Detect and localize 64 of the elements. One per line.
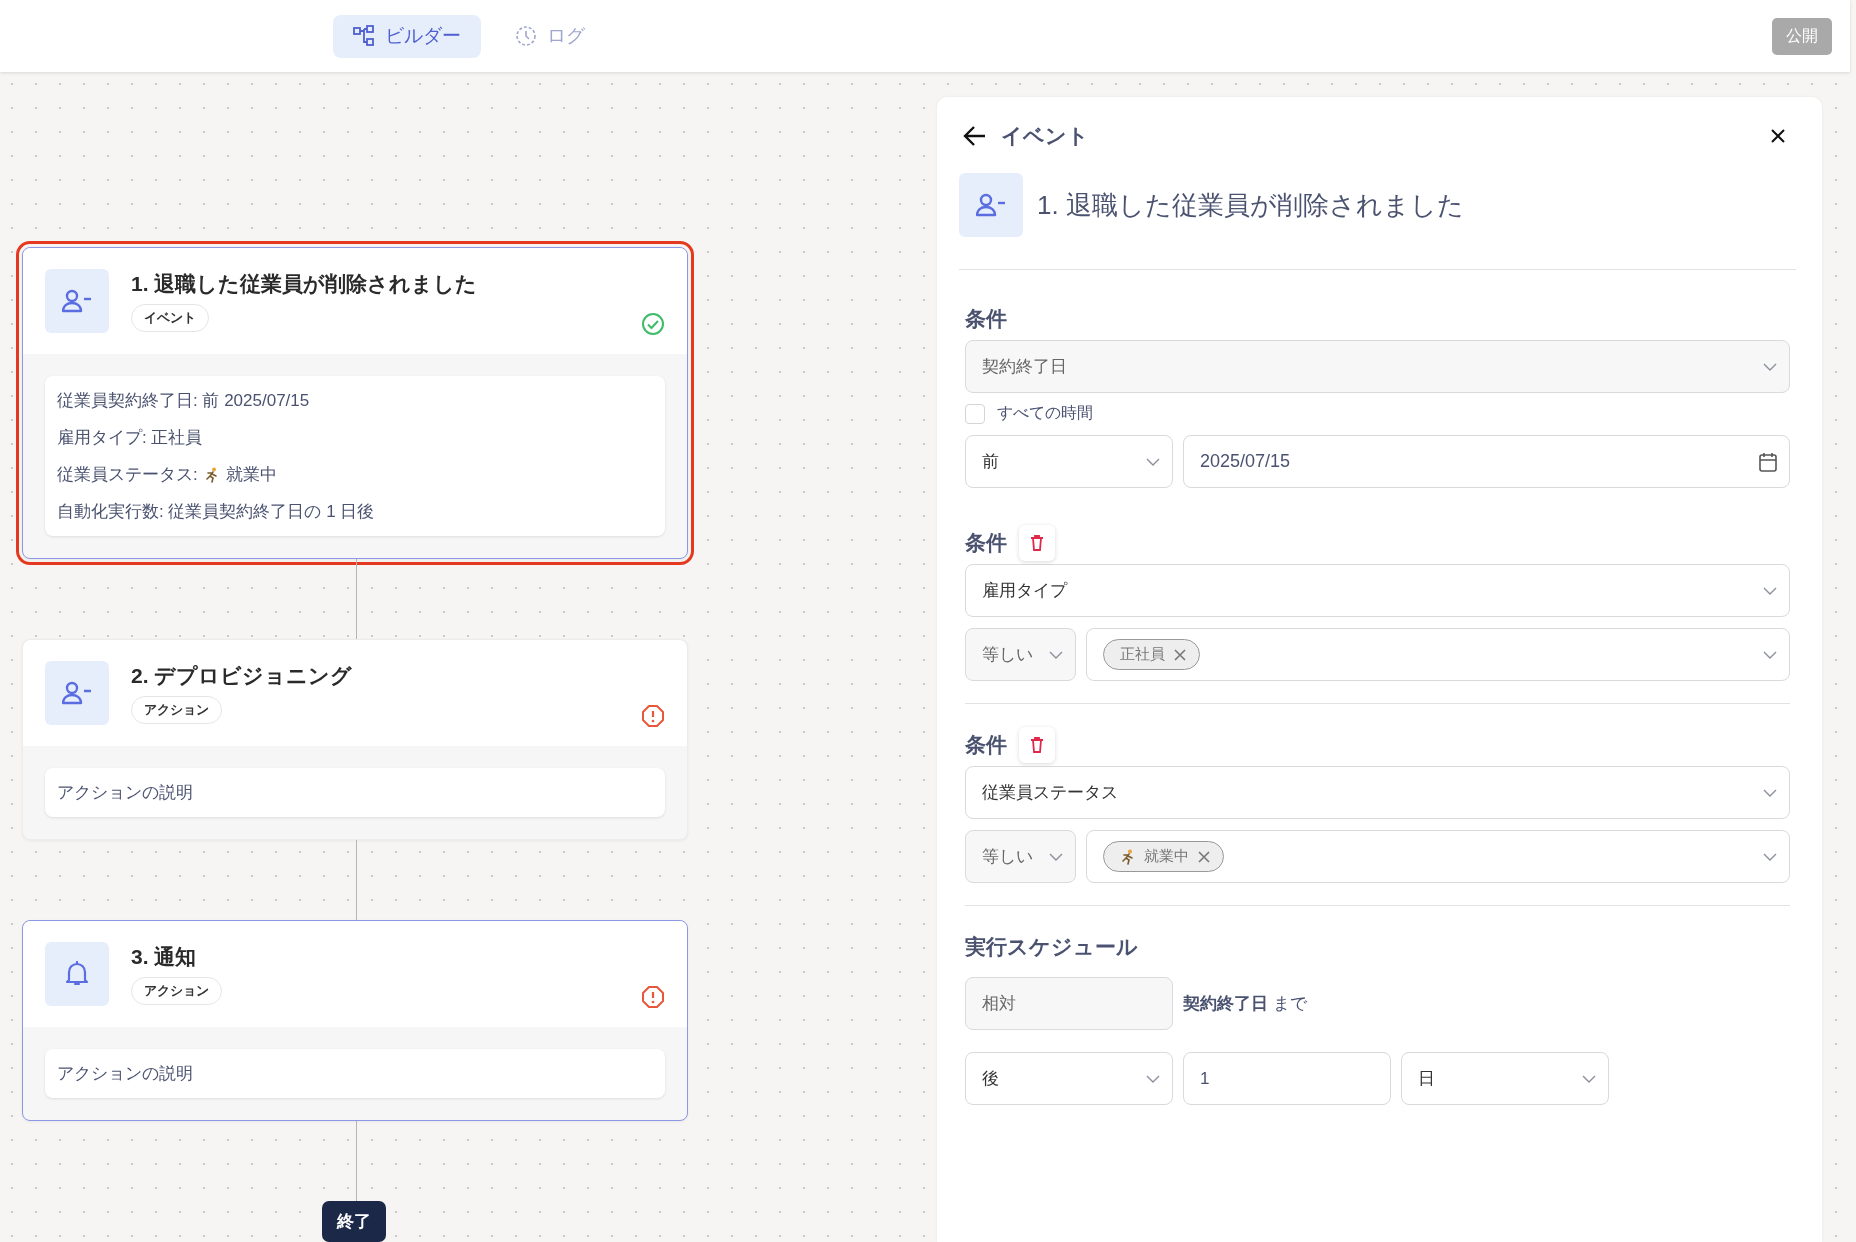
remove-icon[interactable] bbox=[1173, 647, 1187, 662]
operator-select[interactable]: 等しい bbox=[965, 830, 1076, 883]
checkbox-label: すべての時間 bbox=[997, 403, 1093, 423]
chevron-down-icon bbox=[1146, 1074, 1160, 1083]
clock-icon bbox=[515, 25, 537, 47]
flow-node-card[interactable]: 3. 通知 アクション アクションの説明 bbox=[22, 920, 688, 1121]
tab[interactable]: ビルダー bbox=[333, 14, 481, 58]
node-title: 2. デプロビジョニング bbox=[131, 663, 353, 689]
value-select[interactable]: 正社員 bbox=[1086, 628, 1790, 681]
close-icon[interactable] bbox=[1770, 128, 1786, 144]
detail-value: 就業中 bbox=[225, 464, 277, 486]
field-select[interactable]: 雇用タイプ bbox=[965, 564, 1790, 617]
person-minus-icon bbox=[976, 193, 1006, 217]
condition-label: 条件 bbox=[965, 732, 1007, 758]
person-minus-icon bbox=[62, 289, 92, 313]
detail-label: 従業員ステータス: bbox=[57, 464, 198, 486]
mode-field[interactable]: 相対 bbox=[965, 977, 1173, 1030]
chevron-down-icon bbox=[1763, 586, 1777, 595]
runner-icon bbox=[203, 466, 220, 483]
operator-select[interactable]: 前 bbox=[965, 435, 1173, 488]
chevron-down-icon bbox=[1146, 457, 1160, 466]
detail-text: アクションの説明 bbox=[57, 782, 194, 804]
operator-select[interactable]: 等しい bbox=[965, 628, 1076, 681]
person-minus-icon bbox=[62, 681, 92, 705]
tag-chip: 就業中 bbox=[1103, 841, 1224, 872]
chevron-down-icon bbox=[1763, 362, 1777, 371]
end-node-button[interactable]: 終了 bbox=[322, 1201, 386, 1242]
field-select[interactable]: 従業員ステータス bbox=[965, 766, 1790, 819]
direction-select[interactable]: 後 bbox=[965, 1052, 1173, 1105]
checkbox[interactable] bbox=[965, 403, 985, 424]
chevron-down-icon bbox=[1049, 852, 1063, 861]
back-arrow-icon bbox=[963, 125, 987, 147]
runner-icon bbox=[1120, 848, 1136, 865]
delete-button[interactable] bbox=[1019, 525, 1055, 561]
chevron-down-icon bbox=[1582, 1074, 1596, 1083]
value-select[interactable]: 就業中 bbox=[1086, 830, 1790, 883]
amount-input[interactable]: 1 bbox=[1183, 1052, 1391, 1105]
unit-select[interactable]: 日 bbox=[1401, 1052, 1609, 1105]
detail-text: 従業員契約終了日: 前 2025/07/15 bbox=[57, 390, 311, 412]
detail-text: 雇用タイプ: 正社員 bbox=[57, 427, 204, 449]
calendar-icon bbox=[1759, 451, 1777, 472]
tag-chip: 正社員 bbox=[1103, 639, 1200, 670]
schedule-anchor-text: 契約終了日 まで bbox=[1183, 993, 1307, 1015]
delete-button[interactable] bbox=[1019, 727, 1055, 763]
flowchart-icon bbox=[353, 25, 375, 47]
node-title: 1. 退職した従業員が削除されました bbox=[131, 271, 478, 297]
node-title: 3. 通知 bbox=[131, 944, 197, 970]
flow-node-card[interactable]: 2. デプロビジョニング アクション アクションの説明 bbox=[22, 639, 688, 840]
chevron-down-icon bbox=[1763, 650, 1777, 659]
remove-icon[interactable] bbox=[1197, 849, 1211, 864]
trash-icon bbox=[1030, 535, 1044, 551]
condition-label: 条件 bbox=[965, 530, 1007, 556]
bell-icon bbox=[65, 961, 89, 987]
chevron-down-icon bbox=[1763, 788, 1777, 797]
detail-text: アクションの説明 bbox=[57, 1063, 194, 1085]
chevron-down-icon bbox=[1763, 852, 1777, 861]
back-button[interactable]: イベント bbox=[959, 122, 1089, 150]
trash-icon bbox=[1030, 737, 1044, 753]
schedule-label: 実行スケジュール bbox=[965, 934, 1138, 960]
panel-title: 1. 退職した従業員が削除されました bbox=[1037, 188, 1464, 222]
chevron-down-icon bbox=[1049, 650, 1063, 659]
condition-label: 条件 bbox=[965, 306, 1007, 332]
detail-text: 自動化実行数: 従業員契約終了日の 1 日後 bbox=[57, 501, 376, 523]
date-field[interactable]: 2025/07/15 bbox=[1183, 435, 1790, 488]
